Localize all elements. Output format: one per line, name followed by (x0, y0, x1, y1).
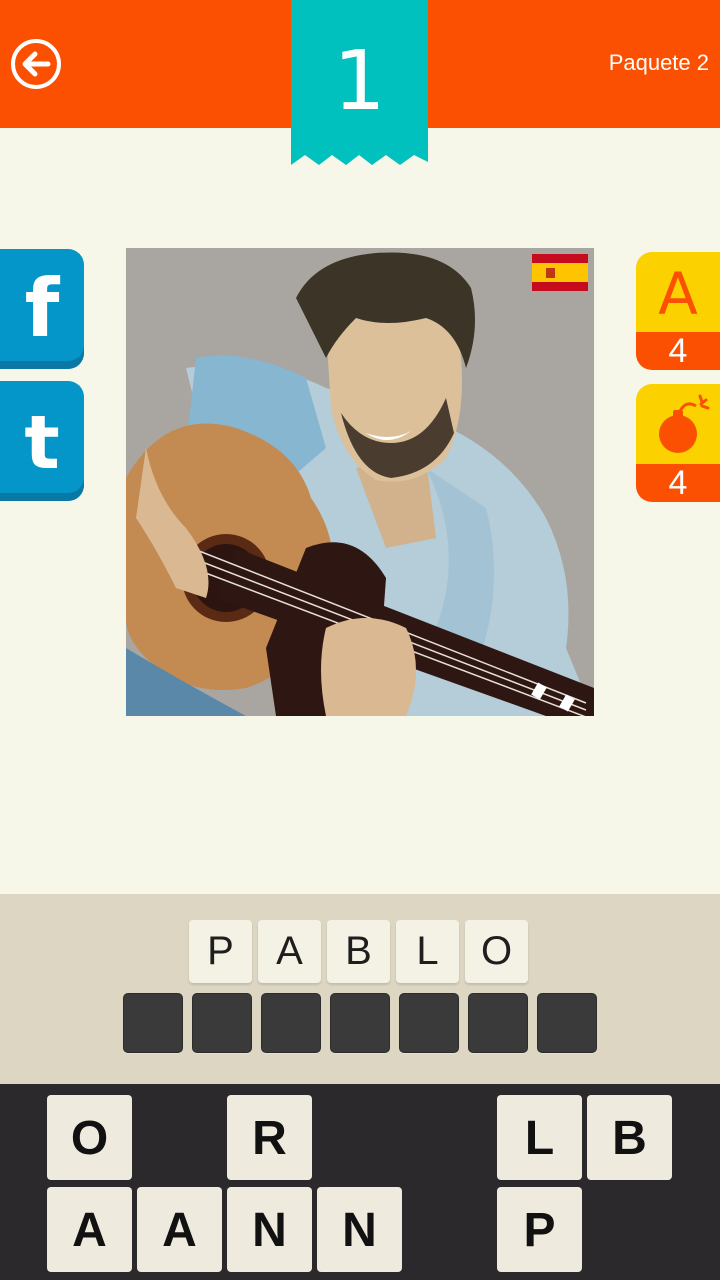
facebook-icon: f (24, 262, 60, 355)
letter-key[interactable]: L (497, 1095, 582, 1180)
empty-answer-slot[interactable] (330, 993, 390, 1053)
answer-letter[interactable]: O (465, 920, 528, 983)
bomb-icon (659, 394, 710, 453)
letter-key[interactable]: N (227, 1187, 312, 1272)
puzzle-image (126, 248, 594, 716)
empty-answer-slot[interactable] (123, 993, 183, 1053)
pack-label: Paquete 2 (608, 50, 709, 75)
letter-key[interactable]: R (227, 1095, 312, 1180)
letter-key[interactable]: N (317, 1187, 402, 1272)
answer-letter[interactable]: B (327, 920, 390, 983)
answer-letter[interactable]: L (396, 920, 459, 983)
reveal-letter-hint-button[interactable]: A 4 (636, 252, 720, 370)
empty-answer-slot[interactable] (537, 993, 597, 1053)
empty-answer-slot[interactable] (192, 993, 252, 1053)
answer-letter[interactable]: P (189, 920, 252, 983)
level-number: 1 (333, 34, 386, 129)
letter-key[interactable]: B (587, 1095, 672, 1180)
letter-key[interactable]: O (47, 1095, 132, 1180)
twitter-share-button[interactable]: t (0, 381, 84, 501)
twitter-icon: t (24, 400, 60, 486)
back-arrow-icon (11, 39, 61, 89)
empty-answer-slot[interactable] (399, 993, 459, 1053)
reveal-letter-count: 4 (668, 332, 688, 370)
empty-answer-slot[interactable] (261, 993, 321, 1053)
answer-letter[interactable]: A (258, 920, 321, 983)
letter-key[interactable]: P (497, 1187, 582, 1272)
letter-a-icon: A (658, 260, 698, 328)
facebook-share-button[interactable]: f (0, 249, 84, 369)
empty-answer-slot[interactable] (468, 993, 528, 1053)
letter-key[interactable]: A (137, 1187, 222, 1272)
bomb-count: 4 (668, 464, 688, 502)
letter-key[interactable]: A (47, 1187, 132, 1272)
back-button[interactable] (10, 38, 62, 90)
spain-flag-icon (532, 254, 588, 291)
level-ribbon: 1 (291, 0, 428, 172)
bomb-hint-button[interactable]: 4 (636, 384, 720, 502)
